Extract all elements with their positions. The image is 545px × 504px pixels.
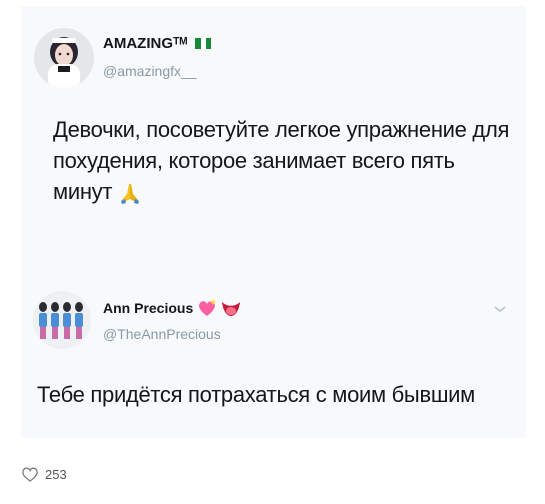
tongue-face-icon	[222, 302, 241, 316]
tweet-reply[interactable]: Ann Precious @TheAnnPrecious Тебе придёт…	[21, 276, 526, 438]
tweet-original[interactable]: AMAZINGᵀᴹ @amazingfx__ Девочки, посовету…	[21, 6, 526, 276]
heart-outline-icon[interactable]	[21, 466, 39, 482]
display-name[interactable]: Ann Precious	[103, 299, 241, 317]
screenshot-card: AMAZINGᵀᴹ @amazingfx__ Девочки, посовету…	[21, 6, 526, 438]
avatar[interactable]	[34, 28, 94, 88]
display-name-text: AMAZINGᵀᴹ	[103, 35, 188, 52]
avatar-image	[33, 291, 91, 349]
like-count: 253	[45, 466, 67, 482]
avatar-image	[34, 28, 94, 88]
chevron-down-icon[interactable]	[493, 304, 507, 314]
nigeria-flag-icon	[195, 38, 212, 49]
tweet-text: Девочки, посоветуйте легкое упражнение д…	[53, 114, 513, 207]
avatar[interactable]	[33, 291, 91, 349]
like-bar: 253	[21, 466, 67, 482]
user-handle[interactable]: @TheAnnPrecious	[103, 326, 221, 342]
praying-hands-icon	[120, 184, 139, 205]
user-handle[interactable]: @amazingfx__	[103, 63, 197, 79]
display-name[interactable]: AMAZINGᵀᴹ	[103, 35, 212, 52]
tweet-text: Тебе придётся потрахаться с моим бывшим	[37, 382, 476, 407]
display-name-text: Ann Precious	[103, 300, 194, 316]
sparkling-heart-icon	[199, 299, 217, 316]
